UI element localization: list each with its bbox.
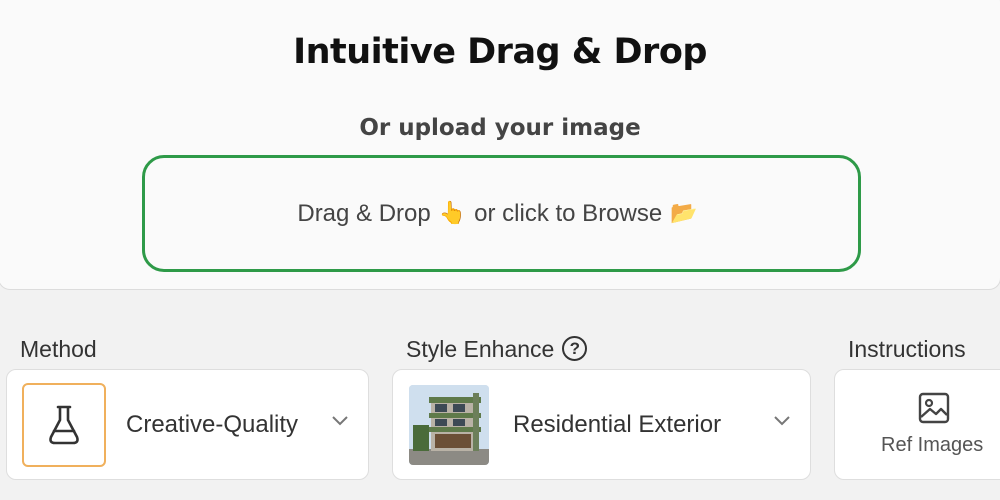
- instructions-label: Instructions: [848, 336, 966, 362]
- upload-subtitle: Or upload your image: [359, 115, 641, 141]
- style-enhance-label: Style Enhance?: [406, 336, 588, 363]
- method-icon-frame: [22, 382, 106, 467]
- method-select[interactable]: Creative-Quality: [6, 369, 369, 480]
- method-label: Method: [20, 336, 97, 362]
- dropzone-text-drag: Drag & Drop: [297, 199, 431, 227]
- building-thumbnail: [409, 384, 489, 465]
- folder-icon: 📂: [670, 201, 698, 226]
- dropzone[interactable]: Drag & Drop 👆 or click to Browse 📂: [142, 155, 861, 272]
- ref-images-button[interactable]: Ref Images: [834, 369, 1000, 480]
- chevron-down-icon: [774, 416, 790, 426]
- image-icon: [918, 392, 950, 424]
- upload-title: Intuitive Drag & Drop: [293, 32, 707, 72]
- chevron-down-icon: [332, 416, 348, 426]
- method-value: Creative-Quality: [126, 410, 299, 438]
- ref-images-label: Ref Images: [881, 434, 984, 456]
- dropzone-text-browse: or click to Browse: [474, 199, 663, 227]
- style-enhance-label-text: Style Enhance: [406, 336, 555, 362]
- flask-icon: [49, 405, 79, 444]
- pointing-hand-icon: 👆: [438, 201, 467, 226]
- style-enhance-value: Residential Exterior: [513, 410, 722, 438]
- help-icon[interactable]: ?: [562, 336, 588, 362]
- style-enhance-select[interactable]: Residential Exterior: [392, 369, 811, 480]
